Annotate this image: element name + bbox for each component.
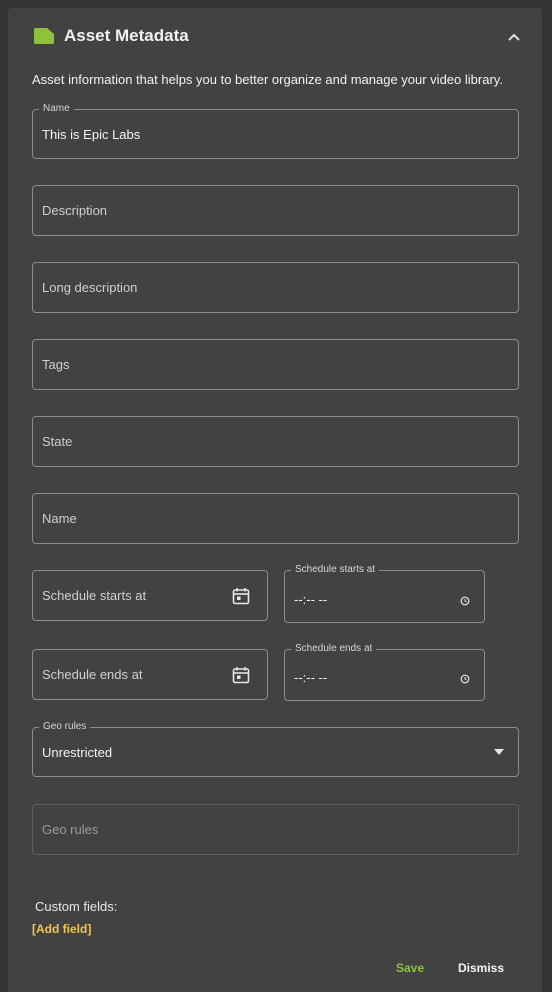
calendar-icon[interactable] — [232, 587, 250, 605]
tags-field[interactable]: Tags — [32, 339, 519, 390]
state-placeholder: State — [42, 434, 73, 449]
geo-rules-input: Geo rules — [32, 804, 519, 855]
secondary-name-placeholder: Name — [42, 511, 77, 526]
long-description-placeholder: Long description — [42, 280, 138, 295]
schedule-start-time-field[interactable]: Schedule starts at --:-- -- — [284, 563, 485, 623]
panel-header[interactable]: Asset Metadata — [8, 8, 542, 66]
custom-fields-label: Custom fields: — [35, 899, 118, 914]
schedule-end-time-field[interactable]: Schedule ends at --:-- -- — [284, 642, 485, 701]
caret-down-icon — [494, 749, 504, 755]
schedule-end-date-field[interactable]: Schedule ends at — [32, 649, 268, 700]
document-icon — [34, 28, 54, 44]
schedule-end-time-value: --:-- -- — [294, 670, 328, 685]
clock-icon[interactable] — [460, 596, 470, 606]
schedule-end-date-placeholder: Schedule ends at — [42, 667, 143, 682]
geo-rules-select[interactable]: Geo rules Unrestricted — [32, 720, 519, 777]
clock-icon[interactable] — [460, 674, 470, 684]
long-description-field[interactable]: Long description — [32, 262, 519, 313]
panel-title: Asset Metadata — [64, 26, 189, 45]
tags-placeholder: Tags — [42, 357, 70, 372]
schedule-end-time-label: Schedule ends at — [291, 642, 377, 656]
schedule-start-date-field[interactable]: Schedule starts at — [32, 570, 268, 621]
name-field-value: This is Epic Labs — [42, 126, 141, 142]
schedule-start-time-label: Schedule starts at — [291, 563, 380, 577]
schedule-start-time-value: --:-- -- — [294, 592, 328, 607]
description-placeholder: Description — [42, 203, 108, 218]
geo-rules-input-placeholder: Geo rules — [42, 822, 99, 837]
asset-metadata-panel: Asset Metadata Asset information that he… — [8, 8, 542, 992]
panel-description: Asset information that helps you to bett… — [32, 72, 503, 87]
dismiss-button[interactable]: Dismiss — [458, 961, 504, 975]
name-field[interactable]: Name This is Epic Labs — [32, 102, 519, 159]
calendar-icon[interactable] — [232, 666, 250, 684]
secondary-name-field[interactable]: Name — [32, 493, 519, 544]
chevron-up-icon[interactable] — [507, 32, 521, 42]
description-field[interactable]: Description — [32, 185, 519, 236]
schedule-start-date-placeholder: Schedule starts at — [42, 588, 147, 603]
geo-rules-select-value: Unrestricted — [42, 744, 113, 760]
state-field[interactable]: State — [32, 416, 519, 467]
save-button[interactable]: Save — [396, 961, 424, 975]
add-field-link[interactable]: [Add field] — [32, 922, 91, 936]
